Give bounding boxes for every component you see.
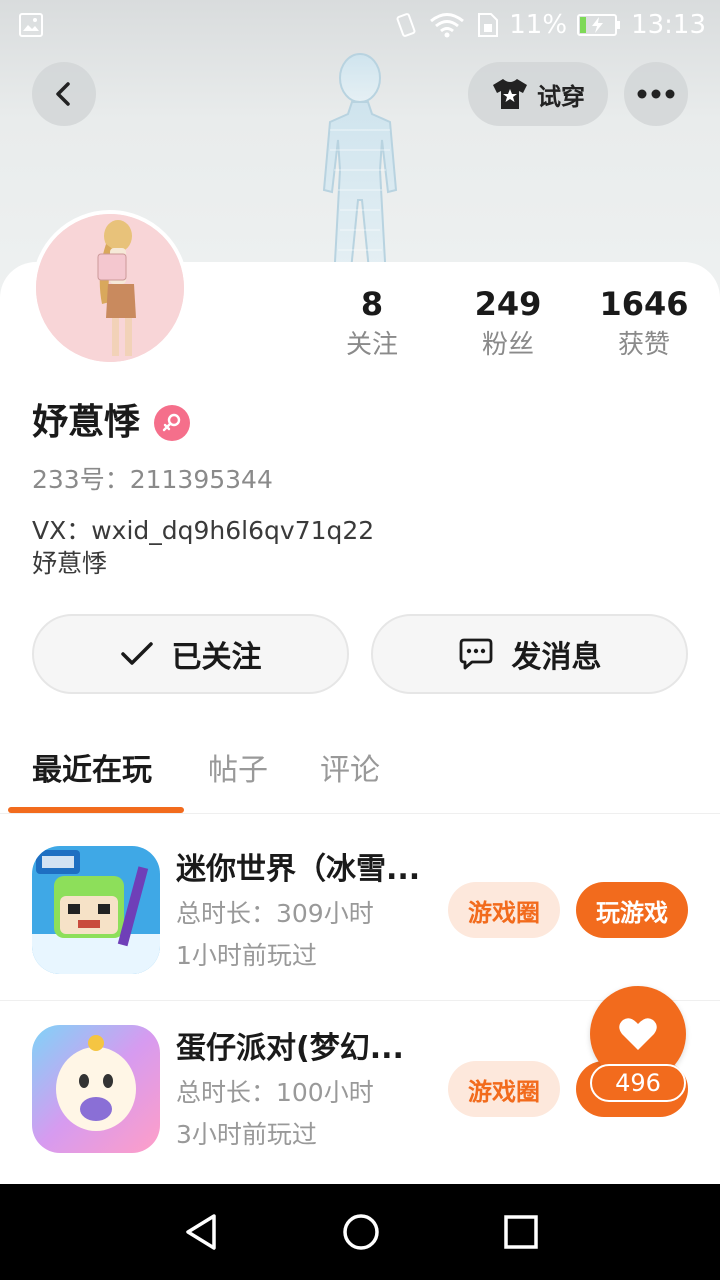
profile-tabs: 最近在玩 帖子 评论 [0, 740, 720, 814]
like-count-badge: 496 [590, 1064, 686, 1102]
send-message-label: 发消息 [511, 640, 602, 675]
try-on-label: 试穿 [537, 82, 585, 111]
female-gender-icon [154, 405, 190, 441]
tshirt-icon [493, 79, 527, 109]
more-button[interactable] [624, 62, 688, 126]
stat-followers-count: 249 [474, 285, 542, 323]
nav-home-icon[interactable] [341, 1212, 381, 1252]
bio-line-1: VX：wxid_dq9h6l6qv71q22 [32, 516, 375, 545]
game-last-played: 1小时前玩过 [176, 941, 317, 970]
tab-recently-played[interactable]: 最近在玩 [32, 750, 152, 792]
avatar-hologram-figure [322, 53, 398, 280]
user-id: 233号：211395344 [32, 465, 273, 494]
followed-button[interactable]: 已关注 [32, 614, 349, 694]
stat-likes-count: 1646 [599, 285, 689, 323]
stat-following-label: 关注 [345, 330, 398, 360]
user-bio: VX：wxid_dq9h6l6qv71q22 妤蒠悸 [32, 514, 374, 580]
heart-icon [619, 1018, 657, 1050]
try-on-button[interactable]: 试穿 [468, 62, 608, 126]
stat-following-count: 8 [360, 285, 384, 323]
image-icon [19, 13, 43, 37]
wifi-icon [430, 13, 465, 38]
tab-comments[interactable]: 评论 [320, 750, 380, 792]
game-title: 迷你世界（冰雪... [176, 852, 421, 887]
game-total-duration: 总时长：100小时 [176, 1078, 374, 1107]
stat-followers-label: 粉丝 [481, 330, 534, 360]
chat-bubble-icon [459, 638, 492, 670]
game-last-played: 3小时前玩过 [176, 1120, 317, 1149]
back-icon [56, 82, 70, 106]
game-total-duration: 总时长：309小时 [176, 899, 374, 928]
stat-likes[interactable]: 1646 获赞 [574, 282, 714, 364]
mini-world-game-icon[interactable] [32, 846, 160, 974]
nav-recents-icon[interactable] [501, 1212, 541, 1252]
checkmark-icon [120, 642, 153, 665]
sim-icon [478, 13, 499, 37]
game-title: 蛋仔派对(梦幻... [176, 1031, 404, 1066]
followed-label: 已关注 [171, 640, 262, 675]
vibrate-icon [396, 13, 416, 37]
game-circle-button[interactable]: 游戏圈 [448, 882, 560, 938]
play-game-button[interactable]: 玩游戏 [576, 882, 688, 938]
more-icon [637, 89, 675, 99]
game-list-item[interactable]: 迷你世界（冰雪... 总时长：309小时 1小时前玩过 游戏圈 玩游戏 [0, 822, 720, 1000]
bio-line-2: 妤蒠悸 [32, 549, 108, 578]
avatar[interactable] [32, 210, 188, 366]
active-tab-indicator [8, 807, 184, 813]
battery-percent: 11% [509, 10, 568, 40]
nav-back-icon[interactable] [182, 1212, 222, 1252]
send-message-button[interactable]: 发消息 [371, 614, 688, 694]
clock: 13:13 [631, 10, 706, 40]
username: 妤蒠悸 [32, 402, 141, 443]
status-bar: 11% 13:13 [0, 0, 720, 50]
back-button[interactable] [32, 62, 96, 126]
eggy-party-game-icon[interactable] [32, 1025, 160, 1153]
battery-charging-icon [577, 14, 621, 36]
tab-posts[interactable]: 帖子 [208, 750, 268, 792]
stat-followers[interactable]: 249 粉丝 [438, 282, 578, 364]
stat-likes-label: 获赞 [617, 330, 670, 360]
system-navigation-bar [0, 1184, 720, 1280]
game-circle-button[interactable]: 游戏圈 [448, 1061, 560, 1117]
stat-following[interactable]: 8 关注 [302, 282, 442, 364]
avatar-character-image [36, 214, 184, 362]
